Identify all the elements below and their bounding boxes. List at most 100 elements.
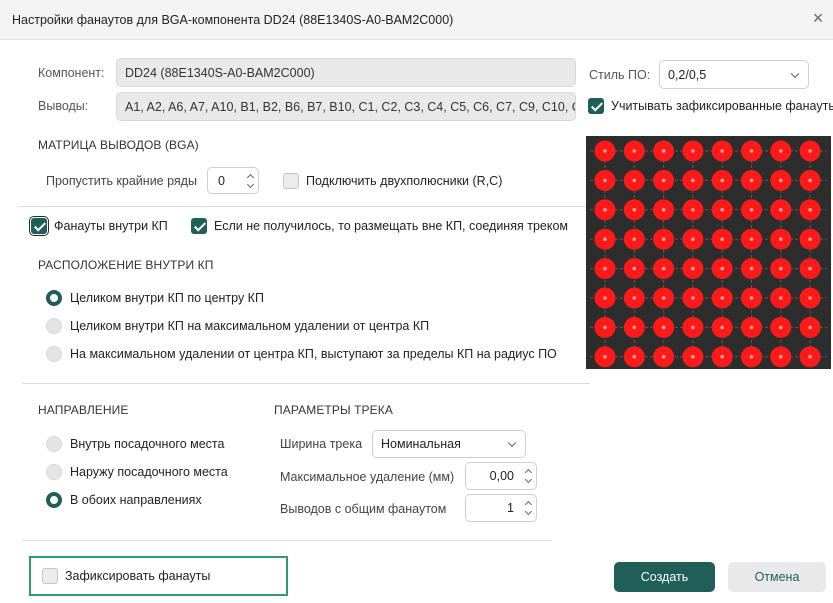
chevron-down-icon [507, 438, 517, 448]
two-pole-label: Подключить двухполюсники (R,C) [306, 174, 503, 188]
checkbox-checked-icon [191, 218, 207, 234]
skip-rows-label: Пропустить крайние ряды [46, 174, 197, 188]
max-distance-stepper[interactable]: 0,00 [465, 462, 537, 490]
divider [22, 540, 552, 541]
checkbox-empty-icon [42, 568, 58, 584]
bga-via [661, 149, 666, 153]
bga-via [720, 355, 724, 359]
bga-via [808, 355, 812, 359]
placement-option-outside[interactable]: На максимальном удалении от центра КП, в… [46, 346, 557, 362]
bga-via [691, 237, 695, 241]
stepper-arrows-icon[interactable] [242, 168, 258, 193]
bga-via [603, 296, 607, 300]
outside-fallback-checkbox[interactable]: Если не получилось, то размещать вне КП,… [191, 218, 568, 234]
bga-via [808, 237, 812, 241]
component-field: DD24 (88E1340S-A0-BAM2C000) [116, 58, 576, 87]
bga-via [632, 178, 637, 183]
cancel-button[interactable]: Отмена [728, 562, 826, 592]
track-heading: ПАРАМЕТРЫ ТРЕКА [274, 403, 393, 417]
style-select[interactable]: 0,2/0,5 [659, 60, 809, 89]
consider-fixed-checkbox[interactable]: Учитывать зафиксированные фанауты [588, 98, 833, 114]
lock-fanouts-checkbox[interactable]: Зафиксировать фанауты [42, 568, 210, 584]
bga-via [720, 237, 724, 241]
bga-via [661, 355, 666, 359]
stepper-arrows-icon[interactable] [520, 495, 536, 521]
bga-via [632, 237, 637, 241]
radio-empty-icon [46, 346, 62, 362]
bga-via [808, 325, 812, 330]
placement-option-center[interactable]: Целиком внутри КП по центру КП [46, 290, 264, 306]
lock-fanouts-label: Зафиксировать фанауты [65, 569, 211, 583]
bga-via [632, 149, 637, 153]
bga-via [749, 237, 754, 241]
bga-via [779, 178, 783, 183]
track-width-value: Номинальная [381, 437, 461, 451]
direction-option-label: В обоих направлениях [70, 493, 202, 507]
two-pole-checkbox[interactable]: Подключить двухполюсники (R,C) [283, 173, 502, 189]
style-select-value: 0,2/0,5 [668, 67, 707, 82]
bga-via [632, 266, 637, 271]
radio-selected-icon [46, 290, 62, 306]
placement-option-max-distance[interactable]: Целиком внутри КП на максимальном удален… [46, 318, 429, 334]
shared-fanout-stepper[interactable]: 1 [465, 494, 537, 522]
direction-option-inward[interactable]: Внутрь посадочного места [46, 436, 224, 452]
pins-label: Выводы: [38, 99, 89, 113]
bga-via [749, 208, 754, 212]
bga-via [749, 266, 754, 271]
pins-field: A1, A2, A6, A7, A10, B1, B2, B6, B7, B10… [116, 92, 576, 121]
checkbox-checked-icon [588, 98, 604, 114]
bga-via [779, 325, 783, 330]
bga-via [603, 178, 607, 183]
bga-via [808, 178, 812, 183]
radio-empty-icon [46, 464, 62, 480]
max-distance-value: 0,00 [489, 469, 514, 483]
direction-option-label: Наружу посадочного места [70, 465, 228, 479]
bga-via [749, 178, 754, 183]
max-distance-label: Максимальное удаление (мм) [280, 470, 455, 484]
fanout-inside-checkbox[interactable]: Фанауты внутри КП [29, 216, 168, 236]
bga-via [808, 266, 812, 271]
bga-via [603, 208, 607, 212]
direction-option-outward[interactable]: Наружу посадочного места [46, 464, 228, 480]
bga-via [632, 208, 637, 212]
checkbox-empty-icon [283, 173, 299, 189]
close-icon[interactable]: × [809, 9, 827, 27]
bga-via [603, 237, 607, 241]
shared-fanout-value: 1 [507, 501, 514, 515]
stepper-arrows-icon[interactable] [520, 463, 536, 489]
placement-option-label: Целиком внутри КП по центру КП [70, 291, 264, 305]
radio-empty-icon [46, 318, 62, 334]
bga-via [603, 325, 607, 330]
create-button[interactable]: Создать [614, 562, 715, 592]
bga-via [779, 149, 783, 153]
radio-selected-icon [46, 492, 62, 508]
bga-via [691, 208, 695, 212]
track-width-select[interactable]: Номинальная [372, 430, 526, 458]
bga-preview-canvas [586, 136, 831, 369]
bga-via [603, 355, 607, 359]
direction-heading: НАПРАВЛЕНИЕ [38, 403, 129, 417]
divider [22, 383, 590, 384]
placement-option-label: Целиком внутри КП на максимальном удален… [70, 319, 430, 333]
direction-option-both[interactable]: В обоих направлениях [46, 492, 202, 508]
bga-via [632, 355, 637, 359]
bga-via [691, 266, 695, 271]
fanout-inside-label: Фанауты внутри КП [54, 219, 168, 233]
radio-empty-icon [46, 436, 62, 452]
chevron-down-icon [790, 69, 800, 78]
bga-via [691, 178, 695, 183]
checkbox-checked-icon [29, 216, 49, 236]
bga-via [661, 237, 666, 241]
bga-via [720, 149, 724, 153]
bga-via [808, 296, 812, 300]
skip-rows-value: 0 [218, 173, 225, 188]
bga-via [749, 355, 754, 359]
bga-via [808, 208, 812, 212]
matrix-heading: МАТРИЦА ВЫВОДОВ (BGA) [38, 138, 199, 152]
bga-via [603, 266, 607, 271]
dialog-title: Настройки фанаутов для BGA-компонента DD… [12, 13, 454, 27]
bga-via [779, 355, 783, 359]
bga-via [808, 149, 812, 153]
track-width-label: Ширина трека [280, 437, 363, 451]
skip-rows-stepper[interactable]: 0 [207, 167, 259, 194]
